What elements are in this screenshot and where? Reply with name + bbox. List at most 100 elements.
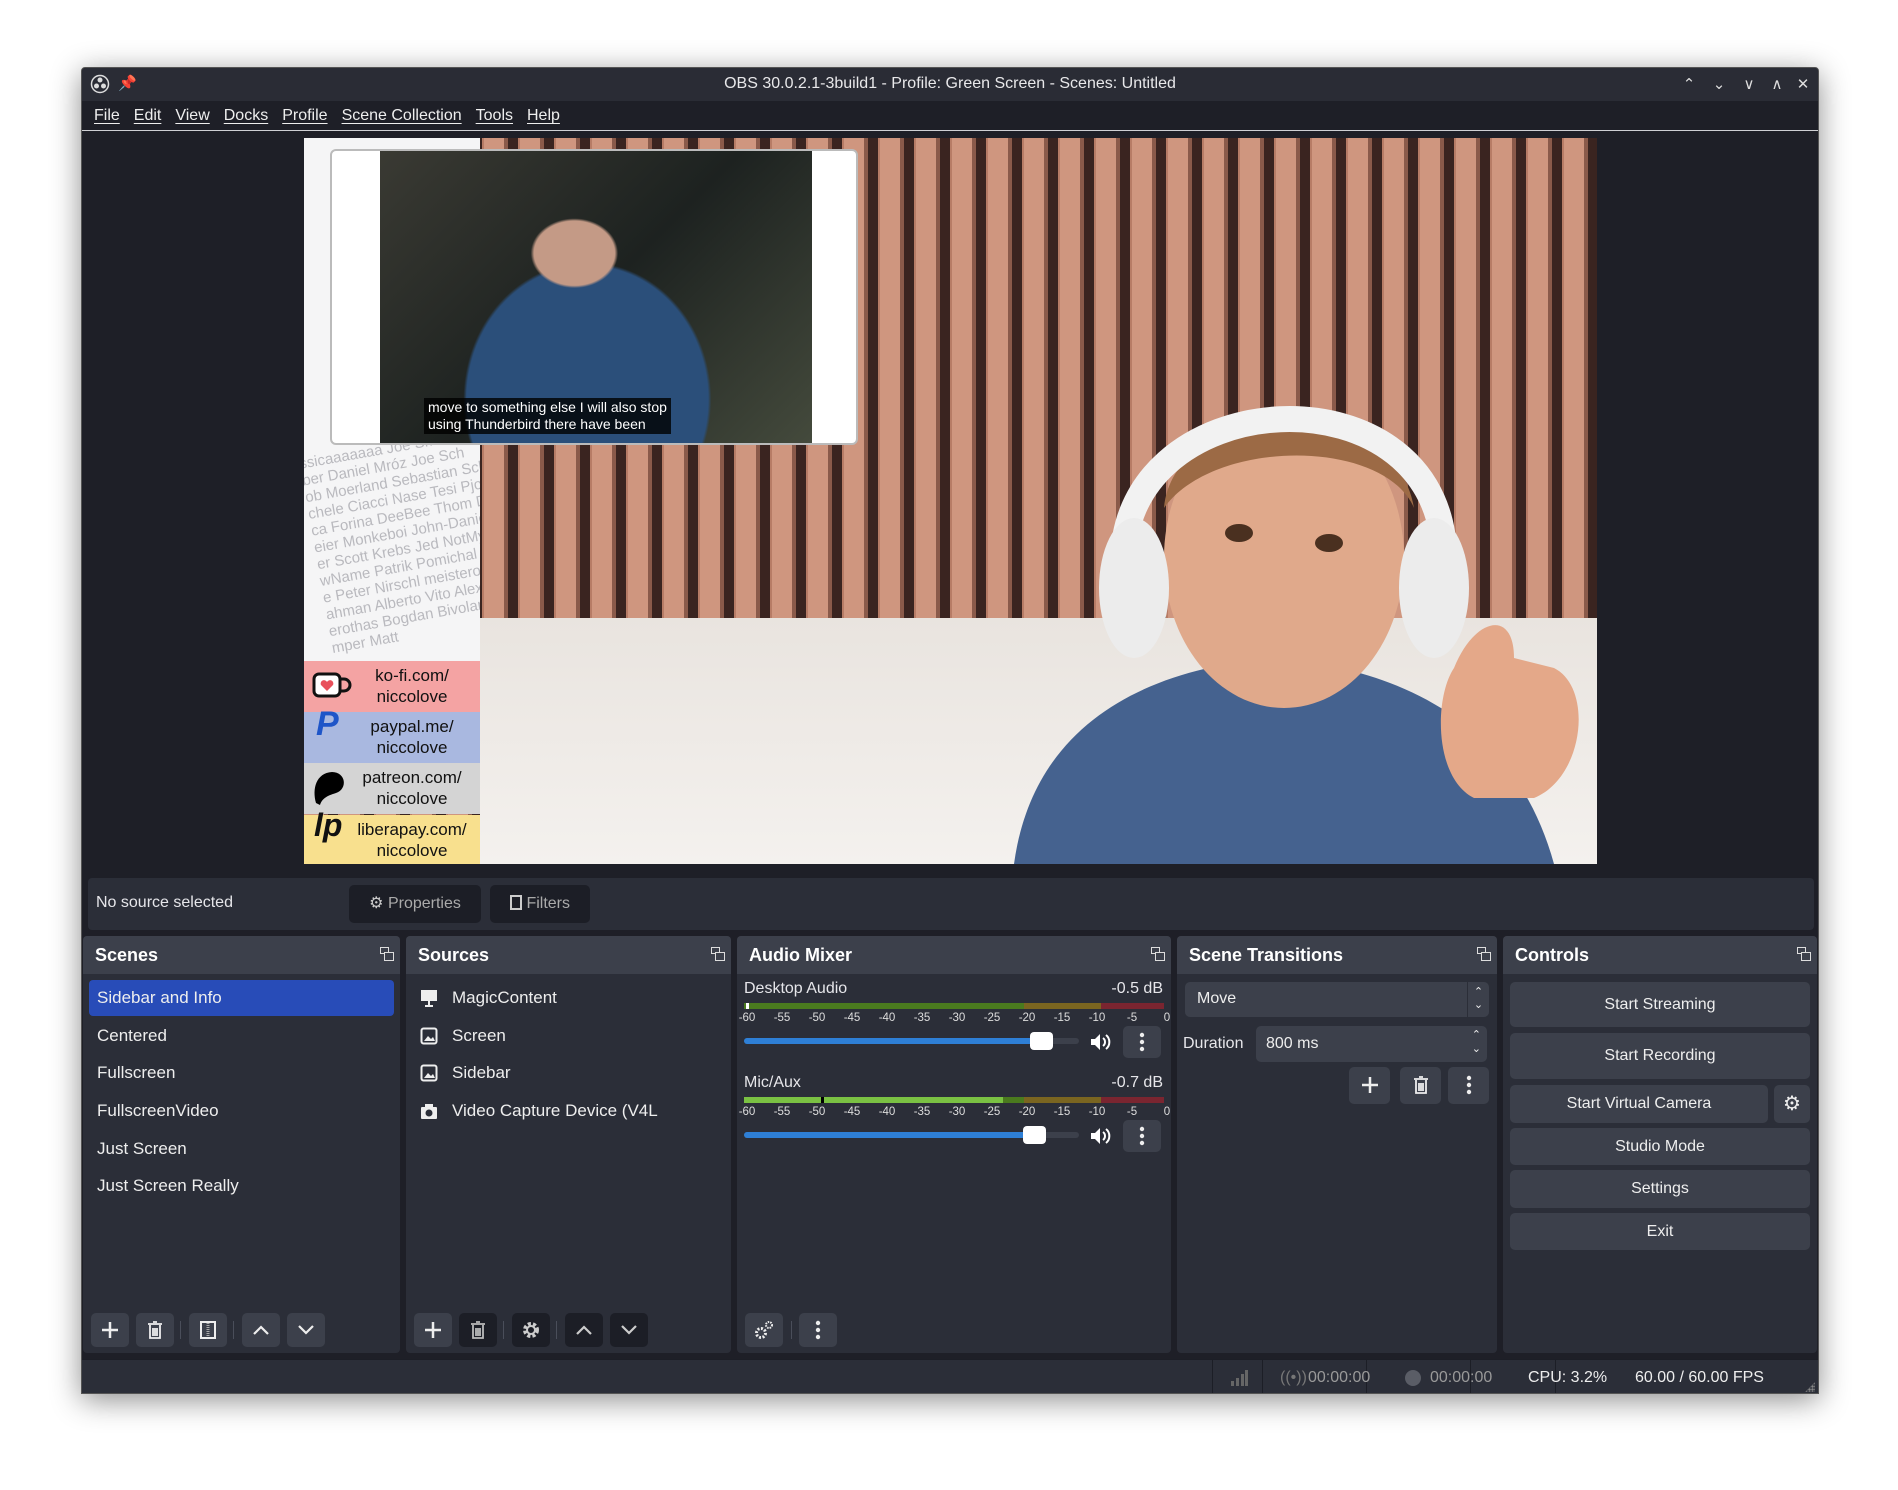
spin-arrows-icon[interactable]: ⌃ ⌄ — [1472, 1028, 1481, 1056]
advanced-audio-button[interactable] — [745, 1313, 783, 1347]
plus-icon — [102, 1322, 118, 1338]
undock-icon[interactable] — [1151, 947, 1165, 961]
tick-label: -40 — [878, 1106, 896, 1118]
tick-label: 0 — [1163, 1012, 1171, 1024]
tick-label: -30 — [948, 1106, 966, 1118]
more-vertical-icon — [1139, 1032, 1145, 1052]
start-recording-button[interactable]: Start Recording — [1510, 1033, 1810, 1079]
scene-item[interactable]: FullscreenVideo — [89, 1093, 394, 1129]
source-item[interactable]: Video Capture Device (V4L — [412, 1093, 725, 1129]
source-properties-button[interactable] — [512, 1313, 550, 1347]
transition-select[interactable]: Move ⌃ ⌄ — [1185, 982, 1489, 1017]
exit-button[interactable]: Exit — [1510, 1213, 1810, 1250]
menu-docks[interactable]: Docks — [224, 107, 268, 125]
volume-meter — [744, 1097, 1164, 1103]
add-scene-button[interactable] — [91, 1313, 129, 1347]
channel-menu-button[interactable] — [1123, 1026, 1161, 1058]
virtual-camera-settings-button[interactable]: ⚙ — [1774, 1085, 1810, 1123]
filters-button[interactable]: Filters — [490, 885, 590, 923]
menu-profile[interactable]: Profile — [282, 107, 327, 125]
undock-icon[interactable] — [380, 947, 394, 961]
remove-scene-button[interactable] — [136, 1313, 174, 1347]
keep-below-icon[interactable]: ⌄ — [1708, 74, 1730, 96]
cpu-usage: CPU: 3.2% — [1528, 1369, 1608, 1386]
scene-item[interactable]: Just Screen Really — [89, 1168, 394, 1204]
kofi-line1: ko-fi.com/ — [375, 666, 449, 685]
transition-menu-button[interactable] — [1448, 1067, 1489, 1104]
close-icon[interactable]: ✕ — [1792, 74, 1814, 96]
minimize-icon[interactable]: ∨ — [1738, 74, 1760, 96]
source-name: MagicContent — [452, 988, 557, 1007]
channel-name: Desktop Audio — [744, 980, 848, 997]
move-scene-up-button[interactable] — [242, 1313, 280, 1347]
remove-transition-button[interactable] — [1400, 1067, 1441, 1104]
audio-mixer-title: Audio Mixer — [749, 945, 853, 965]
gear-icon: ⚙ — [369, 895, 384, 912]
scene-item[interactable]: Fullscreen — [89, 1055, 394, 1091]
move-source-down-button[interactable] — [610, 1313, 648, 1347]
source-item[interactable]: MagicContent — [412, 980, 725, 1016]
volume-slider[interactable] — [744, 1126, 1079, 1144]
fps-readout: 60.00 / 60.00 FPS — [1635, 1369, 1764, 1386]
more-vertical-icon — [1139, 1126, 1145, 1146]
video-caption: move to something else I will also stop u… — [424, 398, 671, 434]
move-source-up-button[interactable] — [565, 1313, 603, 1347]
menu-file[interactable]: File — [94, 107, 120, 125]
speaker-icon[interactable] — [1089, 1032, 1113, 1052]
remove-source-button[interactable] — [459, 1313, 497, 1347]
undock-icon[interactable] — [1477, 947, 1491, 961]
start-virtual-camera-button[interactable]: Start Virtual Camera — [1510, 1085, 1768, 1123]
title-bar: 📌 OBS 30.0.2.1-3build1 - Profile: Green … — [82, 68, 1818, 101]
menu-scene-collection[interactable]: Scene Collection — [342, 107, 462, 125]
gear-icon: ⚙ — [1783, 1093, 1801, 1115]
volume-slider-handle[interactable] — [1029, 1032, 1053, 1050]
liberapay-line1: liberapay.com/ — [357, 820, 467, 839]
menu-tools[interactable]: Tools — [476, 107, 513, 125]
tick-label: -20 — [1018, 1106, 1036, 1118]
properties-button[interactable]: ⚙ Properties — [349, 885, 481, 923]
speaker-icon[interactable] — [1089, 1126, 1113, 1146]
studio-mode-button[interactable]: Studio Mode — [1510, 1128, 1810, 1165]
volume-slider[interactable] — [744, 1032, 1079, 1050]
scene-filters-button[interactable] — [189, 1313, 227, 1347]
liberapay-line2: niccolove — [376, 841, 448, 860]
scene-item[interactable]: Centered — [89, 1018, 394, 1054]
audio-menu-button[interactable] — [799, 1313, 837, 1347]
scene-item[interactable]: Just Screen — [89, 1131, 394, 1167]
add-source-button[interactable] — [414, 1313, 452, 1347]
source-item[interactable]: Screen — [412, 1018, 725, 1054]
duration-spinbox[interactable]: 800 ms ⌃ ⌄ — [1256, 1026, 1487, 1062]
trash-icon — [1413, 1076, 1428, 1094]
menu-edit[interactable]: Edit — [134, 107, 162, 125]
undock-icon[interactable] — [1797, 947, 1811, 961]
volume-slider-handle[interactable] — [1023, 1126, 1047, 1144]
settings-button[interactable]: Settings — [1510, 1170, 1810, 1208]
preview-canvas[interactable]: ssicaaaaaaa Joe Sm ber Daniel Mróz Joe Sc… — [304, 138, 1597, 864]
source-name: Sidebar — [452, 1063, 511, 1082]
move-scene-down-button[interactable] — [287, 1313, 325, 1347]
menu-help[interactable]: Help — [527, 107, 560, 125]
start-streaming-button[interactable]: Start Streaming — [1510, 982, 1810, 1027]
tick-label: -35 — [913, 1106, 931, 1118]
properties-label: Properties — [387, 895, 461, 912]
record-time: 00:00:00 — [1430, 1369, 1493, 1386]
volume-meter — [744, 1003, 1164, 1009]
source-item[interactable]: Sidebar — [412, 1055, 725, 1091]
keep-above-icon[interactable]: ⌃ — [1678, 74, 1700, 96]
undock-icon[interactable] — [711, 947, 725, 961]
add-transition-button[interactable] — [1349, 1067, 1390, 1104]
more-vertical-icon — [815, 1320, 821, 1340]
menu-view[interactable]: View — [175, 107, 209, 125]
status-bar: ((•)) 00:00:00 00:00:00 CPU: 3.2% 60.00 … — [82, 1359, 1818, 1393]
maximize-icon[interactable]: ∧ — [1766, 74, 1788, 96]
channel-menu-button[interactable] — [1123, 1120, 1161, 1152]
resize-grip[interactable] — [1805, 1382, 1815, 1392]
meter-red-zone — [1101, 1097, 1164, 1103]
tick-label: -5 — [1126, 1106, 1138, 1118]
trash-icon — [148, 1321, 162, 1339]
plus-icon — [425, 1322, 441, 1338]
scene-item[interactable]: Sidebar and Info — [89, 980, 394, 1016]
record-icon — [1405, 1370, 1421, 1386]
paypal-tile: P paypal.me/niccolove — [304, 707, 480, 763]
chevron-down-icon — [621, 1325, 637, 1335]
